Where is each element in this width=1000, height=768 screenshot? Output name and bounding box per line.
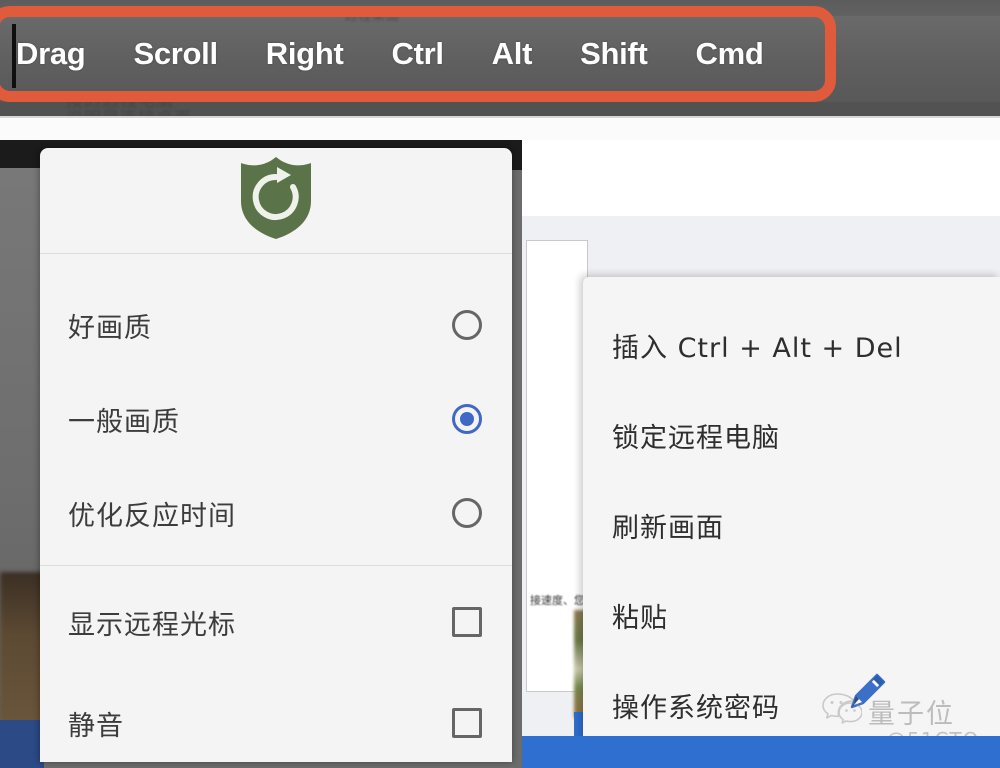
left-pane-taskbar xyxy=(0,720,44,768)
menu-item-refresh-screen[interactable]: 刷新画面 xyxy=(583,483,1000,567)
left-pane-blurred-photo xyxy=(0,572,44,732)
white-gap-strip xyxy=(0,118,1000,142)
pencil-icon[interactable] xyxy=(843,668,891,716)
toolbar-btn-drag[interactable]: Drag xyxy=(16,34,86,74)
menu-item-refresh-screen-label: 刷新画面 xyxy=(612,512,724,544)
checkbox-unchecked-icon[interactable] xyxy=(452,607,482,637)
quality-option-responsive[interactable]: 优化反应时间 xyxy=(40,466,512,560)
radio-unchecked-icon[interactable] xyxy=(452,310,482,340)
quality-settings-menu: 好画质 一般画质 优化反应时间 显示远程光标 静音 xyxy=(40,148,512,762)
menu-item-lock-remote-pc-label: 锁定远程电脑 xyxy=(612,422,780,454)
quality-option-good-label: 好画质 xyxy=(68,312,152,344)
green-shield-refresh-icon xyxy=(237,155,315,246)
app-logo-area xyxy=(40,148,512,253)
quality-option-normal[interactable]: 一般画质 xyxy=(40,372,512,466)
menu-item-os-password[interactable]: 操作系统密码 xyxy=(583,663,1000,747)
toggle-show-remote-cursor[interactable]: 显示远程光标 xyxy=(40,575,512,669)
background-ghost-text-top: 远程桌面 xyxy=(344,8,401,23)
menu-item-send-ctrl-alt-del-label: 插入 Ctrl + Alt + Del xyxy=(612,332,903,364)
right-pane-bottom-taskbar xyxy=(522,736,1000,768)
quality-option-normal-label: 一般画质 xyxy=(68,406,180,438)
menu-item-send-ctrl-alt-del[interactable]: 插入 Ctrl + Alt + Del xyxy=(583,303,1000,387)
toolbar-btn-shift[interactable]: Shift xyxy=(580,34,648,74)
menu-item-lock-remote-pc[interactable]: 锁定远程电脑 xyxy=(583,393,1000,477)
checkbox-unchecked-icon[interactable] xyxy=(452,708,482,738)
radio-unchecked-icon[interactable] xyxy=(452,498,482,528)
toolbar-button-group: Drag Scroll Right Ctrl Alt Shift Cmd xyxy=(12,28,832,80)
toolbar-btn-cmd[interactable]: Cmd xyxy=(695,34,763,74)
toolbar-btn-alt[interactable]: Alt xyxy=(492,34,533,74)
quality-option-responsive-label: 优化反应时间 xyxy=(68,500,236,532)
remote-toolbar: 远程桌面 接的远程电脑 说明是连接桌面 Drag Scroll Right Ct… xyxy=(0,0,1000,126)
toolbar-btn-right[interactable]: Right xyxy=(266,34,344,74)
quality-option-good[interactable]: 好画质 xyxy=(40,278,512,372)
menu-item-paste-label: 粘贴 xyxy=(612,602,668,634)
toggle-show-remote-cursor-label: 显示远程光标 xyxy=(68,609,236,641)
radio-checked-icon[interactable] xyxy=(452,404,482,434)
toggle-mute-label: 静音 xyxy=(68,710,124,742)
menu-item-paste[interactable]: 粘贴 xyxy=(583,573,1000,657)
toolbar-btn-ctrl[interactable]: Ctrl xyxy=(391,34,443,74)
menu-divider-bottom xyxy=(40,565,512,566)
toolbar-btn-scroll[interactable]: Scroll xyxy=(133,34,218,74)
menu-item-os-password-label: 操作系统密码 xyxy=(612,692,780,724)
right-pane-white-top xyxy=(522,140,1000,218)
toggle-mute[interactable]: 静音 xyxy=(40,676,512,762)
menu-divider-top xyxy=(40,253,512,254)
remote-actions-menu: 插入 Ctrl + Alt + Del 锁定远程电脑 刷新画面 粘贴 操作系统密… xyxy=(583,277,1000,761)
screenshot-root: 远程桌面 接的远程电脑 说明是连接桌面 Drag Scroll Right Ct… xyxy=(0,0,1000,768)
